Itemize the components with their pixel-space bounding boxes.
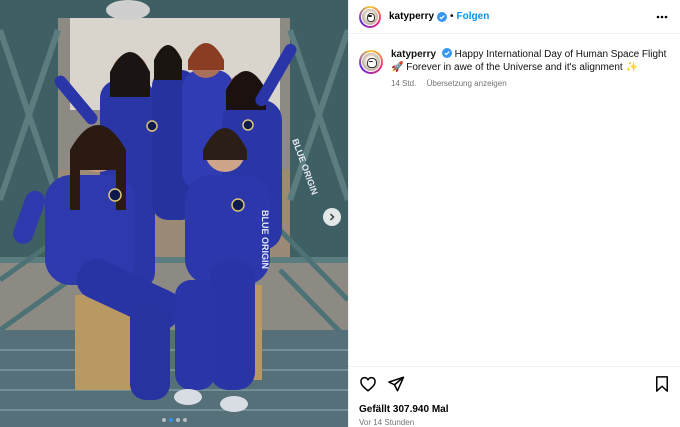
heart-icon[interactable] [359, 375, 377, 393]
suit-sleeve-text: BLUE ORIGIN [260, 210, 270, 269]
more-options-button[interactable] [655, 10, 669, 24]
photo-illustration: BLUE ORIGIN BLUE ORIGIN [0, 0, 348, 427]
username-link[interactable]: katyperry [389, 11, 434, 22]
post-actions: Gefällt 307.940 Mal Vor 14 Stunden [349, 366, 680, 427]
post-side-panel: katyperry • Folgen katyperry Happy Inter… [348, 0, 680, 427]
post-header: katyperry • Folgen [349, 0, 680, 34]
carousel-dot [175, 418, 180, 422]
verified-badge-icon [437, 11, 448, 22]
caption-username[interactable]: katyperry [391, 49, 436, 60]
verified-badge-icon [441, 48, 452, 58]
avatar[interactable] [359, 5, 381, 28]
bookmark-icon[interactable] [653, 375, 671, 393]
carousel-dot [182, 418, 187, 422]
caption-age[interactable]: 14 Std. [391, 79, 416, 88]
carousel-dot [161, 418, 166, 422]
more-options-icon [656, 15, 668, 19]
translate-link[interactable]: Übersetzung anzeigen [427, 79, 507, 88]
post-timestamp[interactable]: Vor 14 Stunden [359, 418, 414, 427]
carousel-indicator [0, 418, 348, 422]
carousel-dot-active [168, 418, 173, 422]
separator-dot: • [450, 11, 454, 22]
caption-avatar[interactable] [359, 50, 383, 74]
chevron-right-icon [330, 213, 335, 221]
avatar-image [362, 53, 380, 71]
likes-count[interactable]: Gefällt 307.940 Mal [359, 404, 449, 415]
post-caption: katyperry Happy International Day of Hum… [359, 48, 671, 88]
carousel-next-button[interactable] [323, 208, 341, 226]
paper-plane-icon[interactable] [387, 375, 405, 393]
post-photo[interactable]: BLUE ORIGIN BLUE ORIGIN [0, 0, 348, 427]
avatar-image [362, 8, 378, 25]
follow-button[interactable]: Folgen [457, 11, 490, 22]
